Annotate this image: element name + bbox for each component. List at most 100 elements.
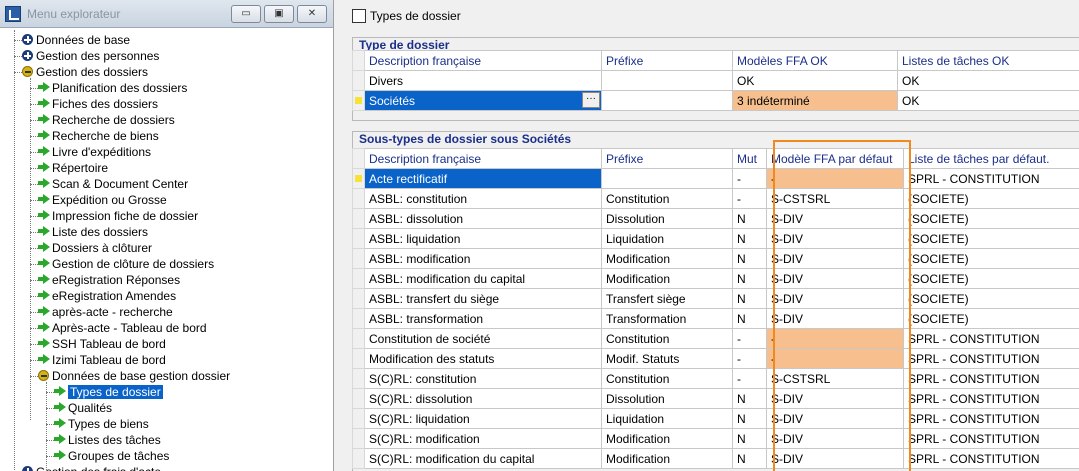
tree-item[interactable]: Groupes de tâches [54, 448, 169, 464]
prefix-cell[interactable]: Modif. Statuts [601, 348, 733, 369]
ffa-default-cell[interactable]: - [766, 348, 904, 369]
ffa-ok-cell[interactable]: 3 indéterminé [732, 90, 898, 111]
ffa-ok-cell[interactable]: OK [732, 70, 898, 91]
document-checkbox[interactable] [352, 9, 366, 23]
row-marker[interactable] [352, 188, 365, 209]
column-header[interactable]: Liste de tâches par défaut. [903, 148, 1079, 169]
row-marker[interactable] [352, 268, 365, 289]
row-marker[interactable] [352, 348, 365, 369]
mut-cell[interactable]: N [732, 228, 767, 249]
table-row[interactable]: S(C)RL: dissolution Dissolution N S-DIV SPRL… [352, 388, 1079, 409]
tree-item[interactable]: après-acte - recherche [38, 304, 173, 320]
table-row[interactable]: ASBL: transfert du siège Transfert siège N… [352, 288, 1079, 309]
column-header[interactable]: Modèles FFA OK [732, 50, 898, 71]
description-cell[interactable]: Acte rectificatif [364, 168, 602, 189]
table-row[interactable]: Modification des statuts Modif. Statuts - -… [352, 348, 1079, 369]
column-header[interactable]: Mut [732, 148, 767, 169]
mut-cell[interactable]: N [732, 268, 767, 289]
prefix-cell[interactable]: Modification [601, 268, 733, 289]
plus-icon[interactable] [22, 50, 33, 61]
description-cell[interactable]: S(C)RL: modification [364, 428, 602, 449]
prefix-cell[interactable]: Transformation [601, 308, 733, 329]
tree-item[interactable]: Gestion de clôture de dossiers [38, 256, 214, 272]
description-cell[interactable]: ASBL: constitution [364, 188, 602, 209]
column-header[interactable]: Préfixe [601, 50, 733, 71]
row-marker[interactable] [352, 168, 365, 189]
minimize-button[interactable]: ▭ [231, 5, 261, 23]
mut-cell[interactable]: N [732, 248, 767, 269]
ffa-default-cell[interactable]: S-DIV [766, 248, 904, 269]
tasks-ok-cell[interactable]: OK [897, 70, 1079, 91]
table-row[interactable]: ASBL: modification Modification N S-DIV (SOC… [352, 248, 1079, 269]
table-row[interactable]: S(C)RL: liquidation Liquidation N S-DIV SPRL… [352, 408, 1079, 429]
tree-item[interactable]: SSH Tableau de bord [38, 336, 166, 352]
table-row[interactable]: ASBL: constitution Constitution - S-CSTSRL(… [352, 188, 1079, 209]
tree-item[interactable]: Listes des tâches [54, 432, 161, 448]
tasks-default-cell[interactable]: (SOCIETE) [903, 208, 1079, 229]
tree-item[interactable]: Données de base gestion dossier [38, 368, 230, 384]
minus-icon[interactable] [22, 66, 33, 77]
column-header[interactable]: Modèle FFA par défaut [766, 148, 904, 169]
tree-item[interactable]: eRegistration Amendes [38, 288, 176, 304]
tasks-default-cell[interactable]: SPRL - CONSTITUTION [903, 448, 1079, 469]
ffa-default-cell[interactable]: S-DIV [766, 208, 904, 229]
tree-item[interactable]: eRegistration Réponses [38, 272, 180, 288]
column-header[interactable]: Description française [364, 148, 602, 169]
prefix-cell[interactable]: Constitution [601, 368, 733, 389]
ffa-default-cell[interactable]: - [766, 328, 904, 349]
tree-item[interactable]: Liste des dossiers [38, 224, 148, 240]
description-cell[interactable]: S(C)RL: liquidation [364, 408, 602, 429]
mut-cell[interactable]: N [732, 428, 767, 449]
tree-item[interactable]: Impression fiche de dossier [38, 208, 198, 224]
mut-cell[interactable]: - [732, 188, 767, 209]
tree-item[interactable]: Recherche de dossiers [38, 112, 175, 128]
ffa-default-cell[interactable]: S-DIV [766, 308, 904, 329]
ffa-default-cell[interactable]: S-DIV [766, 288, 904, 309]
table-row[interactable]: Acte rectificatif - - SPRL - CONSTITUTION [352, 168, 1079, 189]
tree-item[interactable]: Planification des dossiers [38, 80, 187, 96]
tree-item[interactable]: Gestion des personnes [22, 48, 159, 64]
description-cell[interactable]: ASBL: modification [364, 248, 602, 269]
ffa-default-cell[interactable]: S-DIV [766, 228, 904, 249]
tasks-default-cell[interactable]: SPRL - CONSTITUTION [903, 328, 1079, 349]
mut-cell[interactable]: - [732, 368, 767, 389]
row-marker[interactable] [352, 248, 365, 269]
ellipsis-button[interactable]: ··· [582, 92, 600, 108]
ffa-default-cell[interactable]: S-CSTSRL [766, 368, 904, 389]
row-marker[interactable] [352, 328, 365, 349]
close-button[interactable]: ✕ [297, 5, 327, 23]
table-row[interactable]: Sociétés ··· 3 indéterminé OK [352, 90, 1079, 111]
mut-cell[interactable]: - [732, 168, 767, 189]
description-cell[interactable]: Constitution de société [364, 328, 602, 349]
description-cell[interactable]: ASBL: modification du capital [364, 268, 602, 289]
tasks-ok-cell[interactable]: OK [897, 90, 1079, 111]
mut-cell[interactable]: N [732, 208, 767, 229]
tree-item[interactable]: Gestion des frais d'acte [22, 464, 161, 471]
tree-item[interactable]: Types de biens [54, 416, 149, 432]
ffa-default-cell[interactable]: S-DIV [766, 428, 904, 449]
row-marker[interactable] [352, 388, 365, 409]
tree-item[interactable]: Répertoire [38, 160, 108, 176]
tasks-default-cell[interactable]: (SOCIETE) [903, 268, 1079, 289]
table-row[interactable]: S(C)RL: modification du capital Modificat… [352, 448, 1079, 469]
prefix-cell[interactable]: Liquidation [601, 408, 733, 429]
tasks-default-cell[interactable]: SPRL - CONSTITUTION [903, 368, 1079, 389]
row-marker[interactable] [352, 228, 365, 249]
mut-cell[interactable]: N [732, 408, 767, 429]
row-marker[interactable] [352, 208, 365, 229]
prefix-cell[interactable]: Constitution [601, 328, 733, 349]
tree-item[interactable]: Scan & Document Center [38, 176, 188, 192]
description-cell[interactable]: ASBL: dissolution [364, 208, 602, 229]
column-header[interactable]: Préfixe [601, 148, 733, 169]
prefix-cell[interactable]: Liquidation [601, 228, 733, 249]
document-tab[interactable]: Types de dossier [352, 7, 461, 25]
tree-item[interactable]: Izimi Tableau de bord [38, 352, 166, 368]
tasks-default-cell[interactable]: (SOCIETE) [903, 288, 1079, 309]
tree-item[interactable]: Expédition ou Grosse [38, 192, 167, 208]
tasks-default-cell[interactable]: SPRL - CONSTITUTION [903, 388, 1079, 409]
tree-item[interactable]: Types de dossier [54, 384, 163, 400]
plus-icon[interactable] [22, 466, 33, 471]
table-row[interactable]: Divers OK OK [352, 70, 1079, 91]
description-cell[interactable]: ASBL: transformation [364, 308, 602, 329]
description-cell[interactable]: Divers [364, 70, 602, 91]
